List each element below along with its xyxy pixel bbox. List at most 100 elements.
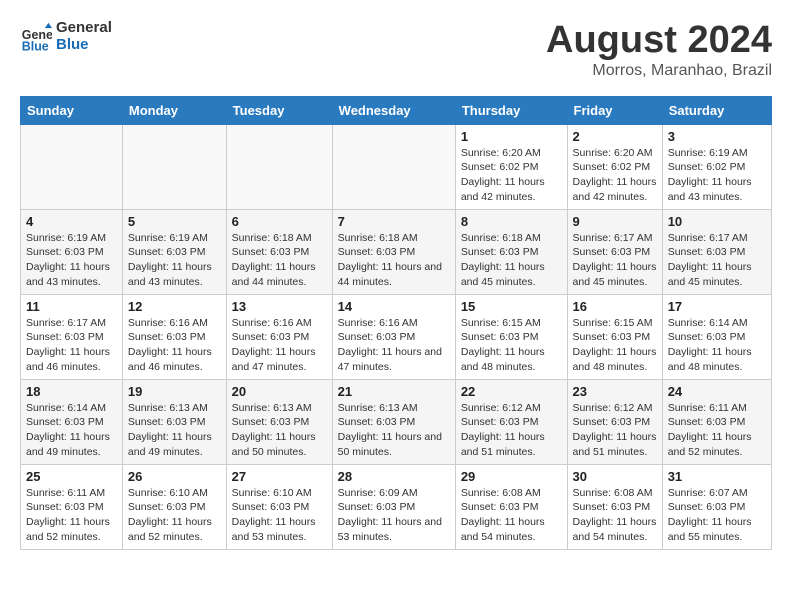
- svg-text:Blue: Blue: [22, 39, 49, 53]
- calendar-cell: 15 Sunrise: 6:15 AM Sunset: 6:03 PM Dayli…: [455, 294, 567, 379]
- page-subtitle: Morros, Maranhao, Brazil: [546, 62, 772, 80]
- calendar-cell: 31 Sunrise: 6:07 AM Sunset: 6:03 PM Dayli…: [662, 464, 771, 549]
- calendar-cell: 24Sunrise: 6:11 AM Sunset: 6:03 PM Dayli…: [662, 379, 771, 464]
- calendar-row-1: 4 Sunrise: 6:19 AM Sunset: 6:03 PM Daylig…: [21, 209, 772, 294]
- calendar-cell: [21, 124, 123, 209]
- header-tuesday: Tuesday: [226, 96, 332, 124]
- day-info: Sunrise: 6:13 AM Sunset: 6:03 PM Dayligh…: [338, 401, 450, 460]
- day-info: Sunrise: 6:15 AM Sunset: 6:03 PM Dayligh…: [573, 316, 657, 375]
- title-area: August 2024 Morros, Maranhao, Brazil: [546, 20, 772, 80]
- day-info: Sunrise: 6:08 AM Sunset: 6:03 PM Dayligh…: [461, 486, 562, 545]
- day-number: 23: [573, 384, 657, 399]
- day-number: 5: [128, 214, 221, 229]
- day-info: Sunrise: 6:19 AM Sunset: 6:02 PM Dayligh…: [668, 146, 766, 205]
- calendar-cell: [226, 124, 332, 209]
- day-number: 29: [461, 469, 562, 484]
- calendar-cell: 17 Sunrise: 6:14 AM Sunset: 6:03 PM Dayli…: [662, 294, 771, 379]
- day-number: 27: [232, 469, 327, 484]
- day-info: Sunrise: 6:13 AM Sunset: 6:03 PM Dayligh…: [232, 401, 327, 460]
- calendar-cell: 11 Sunrise: 6:17 AM Sunset: 6:03 PM Dayli…: [21, 294, 123, 379]
- day-number: 15: [461, 299, 562, 314]
- calendar-cell: 21 Sunrise: 6:13 AM Sunset: 6:03 PM Dayli…: [332, 379, 455, 464]
- day-info: Sunrise: 6:14 AM Sunset: 6:03 PM Dayligh…: [668, 316, 766, 375]
- day-info: Sunrise: 6:19 AM Sunset: 6:03 PM Dayligh…: [128, 231, 221, 290]
- calendar-cell: 23 Sunrise: 6:12 AM Sunset: 6:03 PM Dayli…: [567, 379, 662, 464]
- header-saturday: Saturday: [662, 96, 771, 124]
- calendar-cell: 30 Sunrise: 6:08 AM Sunset: 6:03 PM Dayli…: [567, 464, 662, 549]
- calendar-cell: 10 Sunrise: 6:17 AM Sunset: 6:03 PM Dayli…: [662, 209, 771, 294]
- calendar-cell: 13 Sunrise: 6:16 AM Sunset: 6:03 PM Dayli…: [226, 294, 332, 379]
- calendar-cell: 6Sunrise: 6:18 AM Sunset: 6:03 PM Daylig…: [226, 209, 332, 294]
- day-info: Sunrise: 6:20 AM Sunset: 6:02 PM Dayligh…: [573, 146, 657, 205]
- calendar-cell: [122, 124, 226, 209]
- day-number: 30: [573, 469, 657, 484]
- header-monday: Monday: [122, 96, 226, 124]
- calendar-cell: 7Sunrise: 6:18 AM Sunset: 6:03 PM Daylig…: [332, 209, 455, 294]
- day-info: Sunrise: 6:09 AM Sunset: 6:03 PM Dayligh…: [338, 486, 450, 545]
- logo-line2: Blue: [56, 37, 112, 54]
- day-info: Sunrise: 6:16 AM Sunset: 6:03 PM Dayligh…: [232, 316, 327, 375]
- day-info: Sunrise: 6:08 AM Sunset: 6:03 PM Dayligh…: [573, 486, 657, 545]
- header-thursday: Thursday: [455, 96, 567, 124]
- logo-icon: General Blue: [20, 21, 52, 53]
- day-info: Sunrise: 6:16 AM Sunset: 6:03 PM Dayligh…: [128, 316, 221, 375]
- calendar-cell: 2 Sunrise: 6:20 AM Sunset: 6:02 PM Daylig…: [567, 124, 662, 209]
- day-info: Sunrise: 6:14 AM Sunset: 6:03 PM Dayligh…: [26, 401, 117, 460]
- day-info: Sunrise: 6:10 AM Sunset: 6:03 PM Dayligh…: [128, 486, 221, 545]
- calendar-cell: 14Sunrise: 6:16 AM Sunset: 6:03 PM Dayli…: [332, 294, 455, 379]
- day-info: Sunrise: 6:18 AM Sunset: 6:03 PM Dayligh…: [338, 231, 450, 290]
- day-info: Sunrise: 6:20 AM Sunset: 6:02 PM Dayligh…: [461, 146, 562, 205]
- page-header: General Blue General Blue August 2024 Mo…: [20, 20, 772, 80]
- calendar-row-4: 25Sunrise: 6:11 AM Sunset: 6:03 PM Dayli…: [21, 464, 772, 549]
- header-sunday: Sunday: [21, 96, 123, 124]
- day-number: 13: [232, 299, 327, 314]
- day-number: 4: [26, 214, 117, 229]
- calendar-cell: 12 Sunrise: 6:16 AM Sunset: 6:03 PM Dayli…: [122, 294, 226, 379]
- day-info: Sunrise: 6:17 AM Sunset: 6:03 PM Dayligh…: [26, 316, 117, 375]
- calendar-cell: 18 Sunrise: 6:14 AM Sunset: 6:03 PM Dayli…: [21, 379, 123, 464]
- day-number: 28: [338, 469, 450, 484]
- calendar-row-3: 18 Sunrise: 6:14 AM Sunset: 6:03 PM Dayli…: [21, 379, 772, 464]
- day-info: Sunrise: 6:17 AM Sunset: 6:03 PM Dayligh…: [668, 231, 766, 290]
- day-number: 16: [573, 299, 657, 314]
- day-number: 8: [461, 214, 562, 229]
- calendar-cell: 29 Sunrise: 6:08 AM Sunset: 6:03 PM Dayli…: [455, 464, 567, 549]
- calendar-table: SundayMondayTuesdayWednesdayThursdayFrid…: [20, 96, 772, 550]
- logo-line1: General: [56, 20, 112, 37]
- day-info: Sunrise: 6:12 AM Sunset: 6:03 PM Dayligh…: [573, 401, 657, 460]
- day-number: 2: [573, 129, 657, 144]
- calendar-cell: 4 Sunrise: 6:19 AM Sunset: 6:03 PM Daylig…: [21, 209, 123, 294]
- calendar-row-0: 1 Sunrise: 6:20 AM Sunset: 6:02 PM Daylig…: [21, 124, 772, 209]
- day-number: 17: [668, 299, 766, 314]
- day-info: Sunrise: 6:15 AM Sunset: 6:03 PM Dayligh…: [461, 316, 562, 375]
- day-number: 26: [128, 469, 221, 484]
- calendar-cell: 27Sunrise: 6:10 AM Sunset: 6:03 PM Dayli…: [226, 464, 332, 549]
- day-number: 21: [338, 384, 450, 399]
- day-number: 12: [128, 299, 221, 314]
- day-number: 1: [461, 129, 562, 144]
- calendar-header-row: SundayMondayTuesdayWednesdayThursdayFrid…: [21, 96, 772, 124]
- calendar-cell: 16 Sunrise: 6:15 AM Sunset: 6:03 PM Dayli…: [567, 294, 662, 379]
- header-wednesday: Wednesday: [332, 96, 455, 124]
- day-info: Sunrise: 6:12 AM Sunset: 6:03 PM Dayligh…: [461, 401, 562, 460]
- day-info: Sunrise: 6:16 AM Sunset: 6:03 PM Dayligh…: [338, 316, 450, 375]
- header-friday: Friday: [567, 96, 662, 124]
- day-number: 18: [26, 384, 117, 399]
- calendar-cell: [332, 124, 455, 209]
- calendar-cell: 8Sunrise: 6:18 AM Sunset: 6:03 PM Daylig…: [455, 209, 567, 294]
- day-number: 11: [26, 299, 117, 314]
- calendar-cell: 19Sunrise: 6:13 AM Sunset: 6:03 PM Dayli…: [122, 379, 226, 464]
- day-number: 10: [668, 214, 766, 229]
- day-info: Sunrise: 6:07 AM Sunset: 6:03 PM Dayligh…: [668, 486, 766, 545]
- calendar-cell: 26 Sunrise: 6:10 AM Sunset: 6:03 PM Dayli…: [122, 464, 226, 549]
- day-number: 25: [26, 469, 117, 484]
- day-number: 20: [232, 384, 327, 399]
- day-number: 31: [668, 469, 766, 484]
- calendar-cell: 9Sunrise: 6:17 AM Sunset: 6:03 PM Daylig…: [567, 209, 662, 294]
- day-info: Sunrise: 6:19 AM Sunset: 6:03 PM Dayligh…: [26, 231, 117, 290]
- calendar-cell: 5 Sunrise: 6:19 AM Sunset: 6:03 PM Daylig…: [122, 209, 226, 294]
- day-number: 19: [128, 384, 221, 399]
- calendar-cell: 20 Sunrise: 6:13 AM Sunset: 6:03 PM Dayli…: [226, 379, 332, 464]
- day-number: 24: [668, 384, 766, 399]
- calendar-cell: 28 Sunrise: 6:09 AM Sunset: 6:03 PM Dayli…: [332, 464, 455, 549]
